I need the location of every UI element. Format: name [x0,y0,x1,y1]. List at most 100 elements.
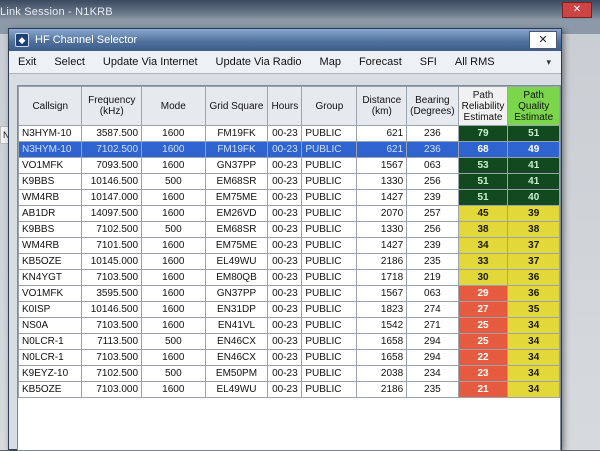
column-header-bearing[interactable]: Bearing (Degrees) [406,86,459,126]
column-header-frequency[interactable]: Frequency (kHz) [81,86,143,126]
cell-bearing: 219 [406,269,459,286]
cell-grid-square: EN41VL [204,317,269,334]
menu-map[interactable]: Map [311,56,350,68]
table-row[interactable]: VO1MFK 7093.500 1600 GN37PP 00-23 PUBLIC 1567 0… [18,157,560,174]
menu-select[interactable]: Select [45,56,94,68]
table-row[interactable]: K0ISP 10146.500 1600 EN31DP 00-23 PUBLIC 1823 2… [18,301,560,318]
cell-path-reliability: 38 [457,221,509,238]
cell-callsign: KB5OZE [18,381,83,398]
window-title: HF Channel Selector [35,34,138,46]
column-header-hours[interactable]: Hours [267,86,303,126]
cell-grid-square: EL49WU [204,253,269,270]
table-row[interactable]: K9EYZ-10 7102.500 500 EM50PM 00-23 PUBLIC 2038… [18,365,560,382]
cell-grid-square: EM75ME [204,237,269,254]
background-close-button[interactable]: ✕ [562,2,592,18]
cell-frequency: 7103.500 [81,317,143,334]
window-close-button[interactable]: ✕ [529,31,557,49]
table-row[interactable]: N3HYM-10 7102.500 1600 FM19FK 00-23 PUBLIC 621… [18,141,560,158]
cell-callsign: K0ISP [18,301,83,318]
cell-group: PUBLIC [301,253,358,270]
cell-path-reliability: 51 [457,189,509,206]
cell-grid-square: FM19FK [204,125,269,142]
table-row[interactable]: N3HYM-10 3587.500 1600 FM19FK 00-23 PUBLIC 621… [18,125,560,142]
menu-forecast[interactable]: Forecast [350,56,411,68]
cell-callsign: K9BBS [18,221,83,238]
cell-group: PUBLIC [301,221,358,238]
cell-distance: 1542 [356,317,408,334]
menu-sfi[interactable]: SFI [411,56,446,68]
cell-frequency: 7102.500 [81,221,143,238]
cell-callsign: KN4YGT [18,269,83,286]
cell-group: PUBLIC [301,141,358,158]
cell-mode: 1600 [141,349,206,366]
cell-distance: 2186 [356,253,408,270]
cell-path-quality: 34 [507,349,560,366]
cell-callsign: N0LCR-1 [18,333,83,350]
column-header-distance[interactable]: Distance (km) [356,86,408,126]
cell-path-quality: 38 [507,221,560,238]
menu-bar: Exit Select Update Via Internet Update V… [9,51,561,74]
cell-callsign: WM4RB [18,189,83,206]
table-row[interactable]: KN4YGT 7103.500 1600 EM80QB 00-23 PUBLIC 1718 2… [18,269,560,286]
cell-callsign: VO1MFK [18,157,83,174]
cell-callsign: N3HYM-10 [18,141,83,158]
table-row[interactable]: WM4RB 7101.500 1600 EM75ME 00-23 PUBLIC 1427 23… [18,237,560,254]
table-row[interactable]: KB5OZE 7103.000 1600 EL49WU 00-23 PUBLIC 2186 2… [18,381,560,398]
window-titlebar[interactable]: ◆ HF Channel Selector ✕ [9,29,561,51]
cell-group: PUBLIC [301,205,358,222]
cell-path-quality: 34 [507,365,560,382]
cell-grid-square: FM19FK [204,141,269,158]
cell-path-quality: 37 [507,237,560,254]
channel-grid[interactable]: Callsign Frequency (kHz) Mode Grid Squar… [17,85,561,451]
cell-group: PUBLIC [301,317,358,334]
cell-mode: 1600 [141,301,206,318]
cell-hours: 00-23 [267,205,303,222]
column-header-callsign[interactable]: Callsign [18,86,83,126]
menu-all-rms[interactable]: All RMS [446,56,504,68]
chevron-down-icon[interactable]: ▾ [546,57,551,68]
cell-mode: 1600 [141,125,206,142]
table-row[interactable]: AB1DR 14097.500 1600 EM26VD 00-23 PUBLIC 2070 2… [18,205,560,222]
menu-exit[interactable]: Exit [9,56,45,68]
cell-distance: 1718 [356,269,408,286]
column-header-mode[interactable]: Mode [141,86,206,126]
cell-grid-square: EM80QB [204,269,269,286]
cell-hours: 00-23 [267,189,303,206]
cell-bearing: 063 [406,285,459,302]
table-row[interactable]: N0LCR-1 7103.500 1600 EN46CX 00-23 PUBLIC 1658… [18,349,560,366]
menu-update-via-radio[interactable]: Update Via Radio [207,56,311,68]
column-header-grid-square[interactable]: Grid Square [204,86,269,126]
cell-callsign: VO1MFK [18,285,83,302]
table-row[interactable]: VO1MFK 3595.500 1600 GN37PP 00-23 PUBLIC 1567 0… [18,285,560,302]
cell-distance: 1427 [356,189,408,206]
column-header-path-quality[interactable]: Path Quality Estimate [507,86,560,126]
cell-path-quality: 35 [507,301,560,318]
cell-mode: 1600 [141,189,206,206]
cell-hours: 00-23 [267,349,303,366]
cell-frequency: 7103.500 [81,349,143,366]
table-row[interactable]: K9BBS 10146.500 500 EM68SR 00-23 PUBLIC 1330 25… [18,173,560,190]
cell-group: PUBLIC [301,365,358,382]
cell-group: PUBLIC [301,157,358,174]
cell-distance: 621 [356,141,408,158]
cell-group: PUBLIC [301,381,358,398]
table-row[interactable]: N0LCR-1 7113.500 500 EN46CX 00-23 PUBLIC 1658 2… [18,333,560,350]
cell-hours: 00-23 [267,317,303,334]
table-row[interactable]: K9BBS 7102.500 500 EM68SR 00-23 PUBLIC 1330 256… [18,221,560,238]
column-header-path-reliability[interactable]: Path Reliability Estimate [457,86,509,126]
menu-update-via-internet[interactable]: Update Via Internet [94,56,207,68]
cell-callsign: N3HYM-10 [18,125,83,142]
cell-frequency: 10146.500 [81,173,143,190]
table-row[interactable]: KB5OZE 10145.000 1600 EL49WU 00-23 PUBLIC 2186… [18,253,560,270]
table-row[interactable]: NS0A 7103.500 1600 EN41VL 00-23 PUBLIC 1542 271… [18,317,560,334]
table-row[interactable]: WM4RB 10147.000 1600 EM75ME 00-23 PUBLIC 1427 2… [18,189,560,206]
cell-bearing: 236 [406,141,459,158]
cell-path-quality: 34 [507,317,560,334]
column-header-group[interactable]: Group [301,86,358,126]
cell-hours: 00-23 [267,285,303,302]
cell-path-reliability: 45 [457,205,509,222]
cell-distance: 1823 [356,301,408,318]
cell-callsign: WM4RB [18,237,83,254]
cell-mode: 1600 [141,205,206,222]
cell-frequency: 3587.500 [81,125,143,142]
